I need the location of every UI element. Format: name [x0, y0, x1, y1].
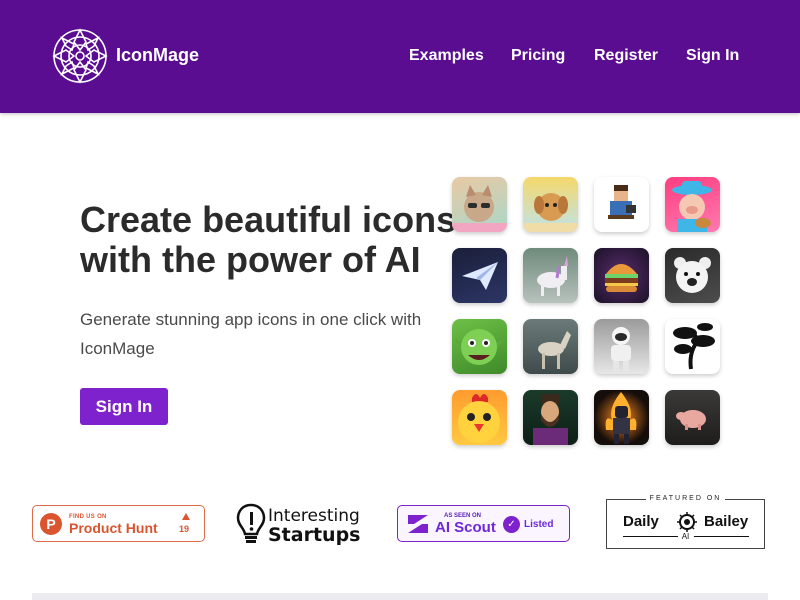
daily-bailey-badge[interactable]: FEATURED ON Daily Bailey AI [606, 495, 765, 549]
as-status: Listed [524, 519, 554, 530]
cat-sunglasses-icon [452, 177, 507, 232]
goblin-icon [452, 319, 507, 374]
hero-sign-in-button[interactable]: Sign In [80, 388, 168, 425]
ph-vote-count: 19 [179, 524, 190, 534]
hero-title-line1: Create beautiful icons [80, 199, 457, 240]
astronaut-icon [594, 319, 649, 374]
ph-big-text: Product Hunt [69, 520, 158, 536]
pixel-man-icon [594, 177, 649, 232]
paper-plane-icon [452, 248, 507, 303]
hero-subtitle-line2: IconMage [80, 339, 155, 358]
db-divider-right [694, 536, 749, 537]
cowboy-pig-icon [665, 177, 720, 232]
nav-sign-in[interactable]: Sign In [686, 47, 739, 65]
upvote-arrow-icon [182, 513, 190, 520]
lightbulb-icon [236, 503, 266, 543]
nav-pricing[interactable]: Pricing [511, 47, 565, 65]
polar-bear-icon [665, 248, 720, 303]
pig-icon [665, 390, 720, 445]
product-hunt-badge[interactable]: P FIND US ON Product Hunt 19 [32, 505, 205, 542]
hero-subtitle: Generate stunning app icons in one click… [80, 305, 460, 363]
chip-icon [677, 512, 697, 532]
nav-examples[interactable]: Examples [409, 47, 484, 65]
brand-name[interactable]: IconMage [116, 45, 199, 66]
burger-icon [594, 248, 649, 303]
nav-register[interactable]: Register [594, 47, 658, 65]
unicorn-icon [523, 248, 578, 303]
as-big-text: AI Scout [435, 519, 496, 536]
interesting-startups-badge[interactable]: Interesting Startups [236, 500, 364, 548]
db-featured-text: FEATURED ON [645, 495, 726, 502]
product-hunt-icon: P [40, 513, 62, 535]
iconmage-logo-icon[interactable] [52, 28, 108, 84]
is-line1: Interesting [268, 506, 360, 526]
is-line2: Startups [268, 524, 361, 546]
fire-robot-icon [594, 390, 649, 445]
bonsai-tree-icon [665, 319, 720, 374]
icon-showcase-grid [452, 177, 722, 447]
hero-title: Create beautiful icons with the power of… [80, 200, 460, 280]
check-icon: ✓ [503, 516, 520, 533]
top-navbar: IconMage Examples Pricing Register Sign … [0, 0, 800, 113]
hero-subtitle-line1: Generate stunning app icons in one click… [80, 310, 422, 329]
lincoln-portrait-icon [523, 390, 578, 445]
bottom-section-edge [32, 593, 768, 600]
hero-title-line2: with the power of AI [80, 239, 421, 280]
db-name-left: Daily [623, 513, 659, 530]
dog-beach-icon [523, 177, 578, 232]
ai-scout-badge[interactable]: AS SEEN ON AI Scout ✓ Listed [397, 505, 570, 542]
db-name-right: Bailey [704, 513, 749, 530]
horse-icon [523, 319, 578, 374]
chicken-icon [452, 390, 507, 445]
ai-scout-logo-icon [408, 515, 428, 533]
